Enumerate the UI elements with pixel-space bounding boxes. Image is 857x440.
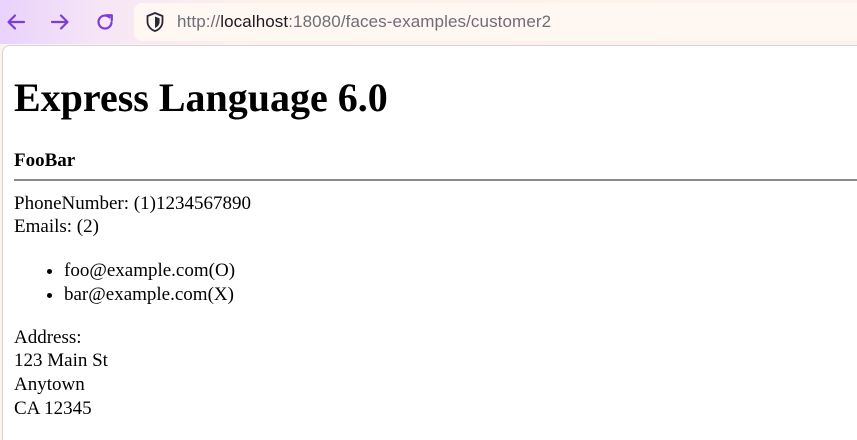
- url-host: localhost: [220, 12, 289, 31]
- emails-label: Emails: (2): [14, 216, 99, 237]
- customer-name: FooBar: [14, 150, 76, 171]
- url-path: :18080/faces-examples/customer2: [288, 12, 552, 31]
- address-bar[interactable]: http://localhost:18080/faces-examples/cu…: [134, 3, 857, 41]
- arrow-left-icon: [7, 14, 26, 30]
- shield-icon[interactable]: [144, 11, 166, 33]
- arrow-right-icon: [50, 14, 69, 30]
- address-line: CA 12345: [14, 398, 92, 419]
- address-line: 123 Main St: [14, 350, 108, 371]
- address-line: Anytown: [14, 374, 85, 395]
- forward-button[interactable]: [44, 6, 76, 38]
- back-button[interactable]: [0, 6, 32, 38]
- address-label: Address:: [14, 327, 82, 348]
- reload-button[interactable]: [89, 6, 121, 38]
- page-content: Express Language 6.0 FooBar PhoneNumber:…: [2, 45, 857, 440]
- email-list: foo@example.com(O) bar@example.com(X): [14, 259, 235, 307]
- phone-number: PhoneNumber: (1)1234567890: [14, 193, 251, 214]
- reload-icon: [97, 14, 113, 30]
- list-item: foo@example.com(O): [64, 259, 235, 283]
- browser-toolbar: http://localhost:18080/faces-examples/cu…: [0, 0, 857, 44]
- page-title: Express Language 6.0: [14, 75, 388, 120]
- url-text[interactable]: http://localhost:18080/faces-examples/cu…: [177, 12, 551, 32]
- divider: [14, 179, 857, 181]
- list-item: bar@example.com(X): [64, 283, 235, 307]
- url-scheme: http://: [177, 12, 221, 31]
